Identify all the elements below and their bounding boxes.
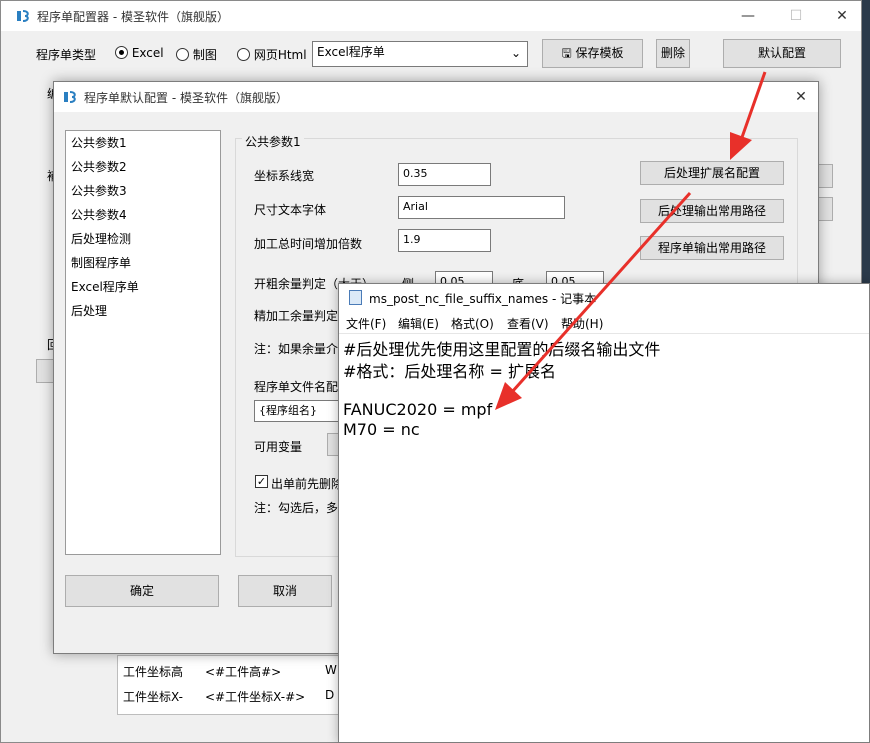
- arrow-to-ext-config: [738, 71, 767, 144]
- arrow-head-1: [730, 132, 752, 160]
- annotation-arrows: [495, 71, 767, 410]
- arrow-to-suffix-line: [510, 191, 692, 394]
